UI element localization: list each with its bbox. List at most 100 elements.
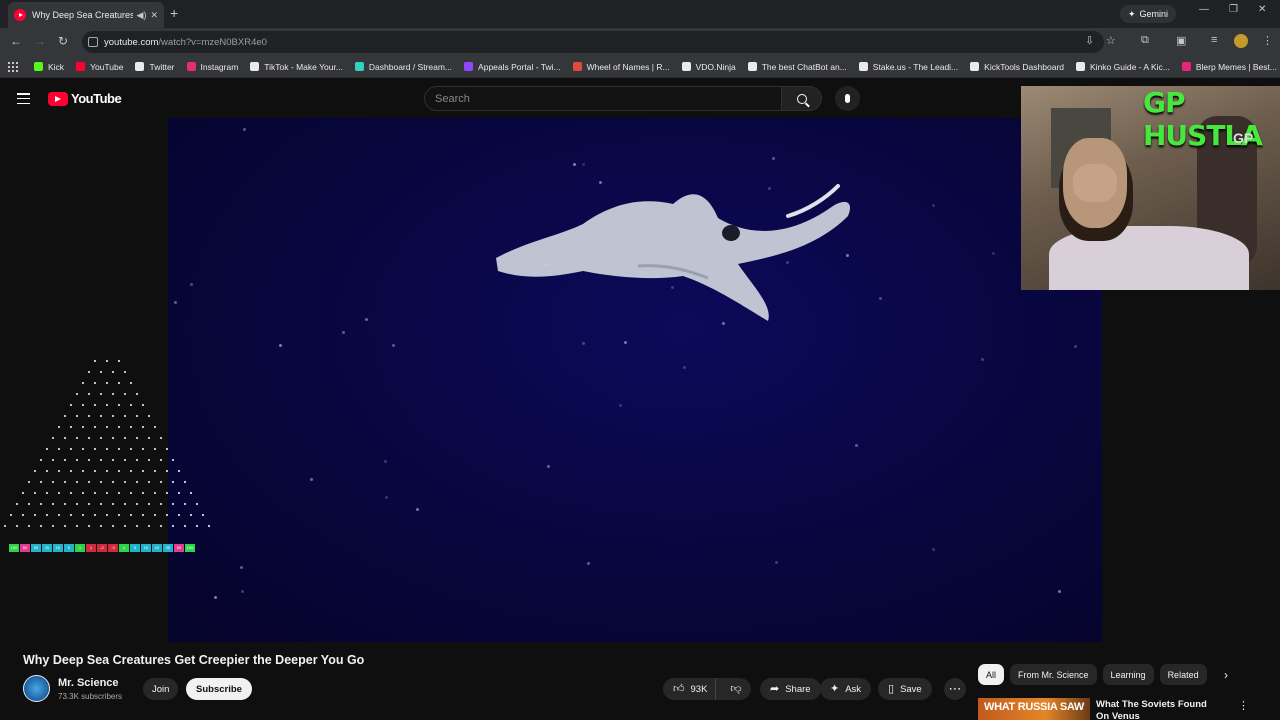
- bookmark-star-icon[interactable]: ☆: [1106, 34, 1116, 47]
- plinko-peg: [76, 459, 78, 461]
- site-info-icon[interactable]: [88, 37, 98, 47]
- plinko-peg: [28, 525, 30, 527]
- bookmark-item[interactable]: TikTok - Make Your...: [250, 62, 343, 72]
- dislike-button[interactable]: 👎︎: [722, 683, 749, 695]
- bookmark-item[interactable]: YouTube: [76, 62, 123, 72]
- plinko-peg: [124, 371, 126, 373]
- chip-from-channel[interactable]: From Mr. Science: [1010, 664, 1097, 685]
- apps-grid-icon[interactable]: [8, 61, 18, 72]
- bookmark-item[interactable]: Kinko Guide - A Kic...: [1076, 62, 1170, 72]
- share-label: Share: [785, 683, 811, 695]
- youtube-logo-text: YouTube: [71, 91, 122, 106]
- like-button[interactable]: 👍︎ 93K: [663, 678, 717, 700]
- browser-tab-active[interactable]: Why Deep Sea Creatures G ◀) ✕: [8, 2, 164, 28]
- plinko-slot: 20: [42, 544, 52, 552]
- bookmark-item[interactable]: Wheel of Names | R...: [572, 62, 670, 72]
- bookmark-item[interactable]: The best ChatBot an...: [747, 62, 847, 72]
- marine-snow-particle: [855, 444, 858, 447]
- channel-name[interactable]: Mr. Science: [58, 677, 119, 689]
- plinko-peg: [76, 481, 78, 483]
- bookmark-favicon-icon: [572, 62, 582, 71]
- side-panel-icon[interactable]: ▣: [1176, 34, 1186, 47]
- bookmark-item[interactable]: Appeals Portal - Twi...: [464, 62, 561, 72]
- hamburger-menu-icon[interactable]: [17, 93, 30, 104]
- marine-snow-particle: [624, 341, 627, 344]
- youtube-logo[interactable]: YouTube: [48, 91, 122, 106]
- channel-avatar[interactable]: [23, 675, 50, 702]
- chip-related[interactable]: Related: [1159, 664, 1207, 685]
- plinko-peg: [124, 525, 126, 527]
- recommendation-title[interactable]: What The Soviets Found On Venus: [1096, 699, 1221, 720]
- plinko-slot: -2: [97, 544, 107, 552]
- join-button[interactable]: Join: [143, 678, 179, 700]
- plinko-peg: [130, 426, 132, 428]
- search-input[interactable]: Search: [424, 86, 782, 111]
- recommendation-thumbnail[interactable]: WHAT RUSSIA SAW: [978, 698, 1090, 720]
- plinko-peg: [28, 481, 30, 483]
- chip-all[interactable]: All: [978, 664, 1005, 685]
- bookmark-item[interactable]: KickTools Dashboard: [970, 62, 1064, 72]
- plinko-peg: [52, 503, 54, 505]
- more-actions-icon[interactable]: ⋯: [944, 678, 966, 700]
- subscribe-button[interactable]: Subscribe: [186, 678, 252, 700]
- window-close-icon[interactable]: ✕: [1258, 4, 1266, 15]
- bookmark-item[interactable]: Stake.us - The Leadi...: [858, 62, 958, 72]
- plinko-peg: [166, 470, 168, 472]
- bookmark-item[interactable]: Twitter: [135, 62, 175, 72]
- bookmark-item[interactable]: VDO.Ninja: [681, 62, 736, 72]
- plinko-peg: [130, 514, 132, 516]
- deep-sea-creature-image: [496, 184, 851, 321]
- extensions-icon[interactable]: ⧉: [1141, 34, 1149, 47]
- restore-icon[interactable]: ❐: [1229, 4, 1238, 15]
- search-icon: [796, 93, 807, 104]
- save-button[interactable]: ▯ Save: [878, 678, 932, 700]
- bookmark-favicon-icon: [135, 62, 145, 71]
- gemini-button[interactable]: ✦ Gemini: [1120, 5, 1177, 23]
- forward-icon[interactable]: →: [34, 34, 46, 48]
- plinko-peg: [88, 525, 90, 527]
- bookmark-item[interactable]: Instagram: [186, 62, 238, 72]
- plinko-slot: 50: [174, 544, 184, 552]
- plinko-peg: [106, 426, 108, 428]
- plinko-peg: [88, 393, 90, 395]
- address-bar[interactable]: youtube.com /watch?v=mzeN0BXR4e0: [82, 31, 1104, 53]
- chevron-right-icon[interactable]: ›: [1224, 668, 1228, 682]
- plinko-peg: [142, 448, 144, 450]
- search-button[interactable]: [782, 86, 822, 111]
- plinko-peg: [178, 470, 180, 472]
- chip-learning[interactable]: Learning: [1102, 664, 1154, 685]
- profile-avatar[interactable]: [1234, 34, 1248, 48]
- reload-icon[interactable]: ↻: [58, 34, 68, 48]
- plinko-peg: [118, 470, 120, 472]
- bookmark-favicon-icon: [354, 62, 364, 71]
- share-button[interactable]: ➦ Share: [760, 678, 821, 700]
- plinko-peg: [124, 393, 126, 395]
- marine-snow-particle: [547, 465, 550, 468]
- video-player[interactable]: [168, 118, 1102, 642]
- youtube-play-icon: [48, 91, 68, 106]
- bookmark-item[interactable]: Dashboard / Stream...: [354, 62, 452, 72]
- ask-button[interactable]: ✦ Ask: [820, 678, 872, 700]
- bookmark-item[interactable]: Kick: [34, 62, 64, 72]
- marine-snow-particle: [342, 331, 345, 334]
- plinko-peg: [106, 360, 108, 362]
- browser-menu-icon[interactable]: ⋮: [1262, 34, 1273, 47]
- minimize-icon[interactable]: —: [1199, 4, 1209, 15]
- bookmark-item[interactable]: Blerp Memes | Best...: [1181, 62, 1277, 72]
- plinko-peg: [118, 492, 120, 494]
- back-icon[interactable]: ←: [10, 34, 22, 48]
- bookmark-icon: ▯: [888, 682, 895, 695]
- tab-close-icon[interactable]: ✕: [150, 10, 158, 21]
- media-controls-icon[interactable]: ≡: [1211, 34, 1217, 46]
- recommendation-menu-icon[interactable]: ⋮: [1238, 699, 1249, 712]
- plinko-peg: [196, 503, 198, 505]
- plinko-peg: [82, 448, 84, 450]
- install-app-icon[interactable]: ⇩: [1085, 34, 1094, 47]
- plinko-peg: [112, 393, 114, 395]
- plinko-peg: [190, 514, 192, 516]
- plinko-peg: [52, 437, 54, 439]
- new-tab-button[interactable]: +: [170, 5, 178, 21]
- tab-audio-icon[interactable]: ◀): [137, 10, 147, 21]
- voice-search-button[interactable]: [835, 86, 860, 111]
- marine-snow-particle: [932, 548, 935, 551]
